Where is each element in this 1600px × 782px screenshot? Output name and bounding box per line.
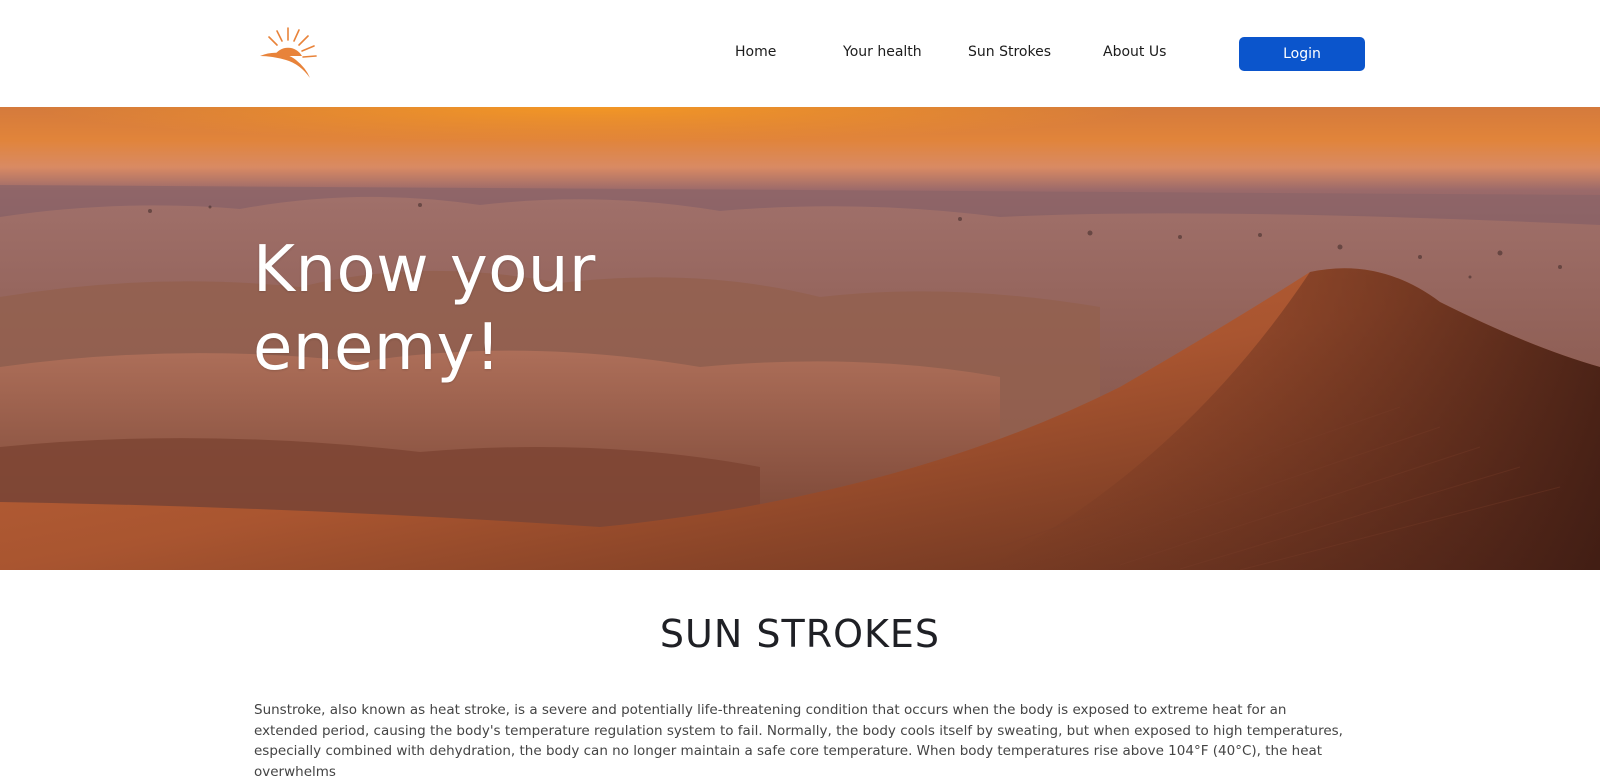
- section-title: SUN STROKES: [659, 612, 941, 656]
- nav-sun-strokes-link[interactable]: Sun Strokes: [968, 44, 1051, 64]
- site-header: Home Your health Sun Strokes About Us Lo…: [0, 0, 1600, 107]
- hero-headline: Know your enemy!: [253, 233, 596, 385]
- section-body-text: Sunstroke, also known as heat stroke, is…: [254, 702, 1343, 780]
- nav-home-link[interactable]: Home: [735, 44, 776, 64]
- sun-logo-icon[interactable]: [258, 26, 318, 80]
- nav-your-health-link[interactable]: Your health: [843, 44, 922, 64]
- hero-banner: Know your enemy!: [0, 107, 1600, 570]
- nav-about-us-link[interactable]: About Us: [1103, 44, 1166, 64]
- login-button[interactable]: Login: [1239, 37, 1365, 71]
- desert-dunes-image: [0, 107, 1600, 570]
